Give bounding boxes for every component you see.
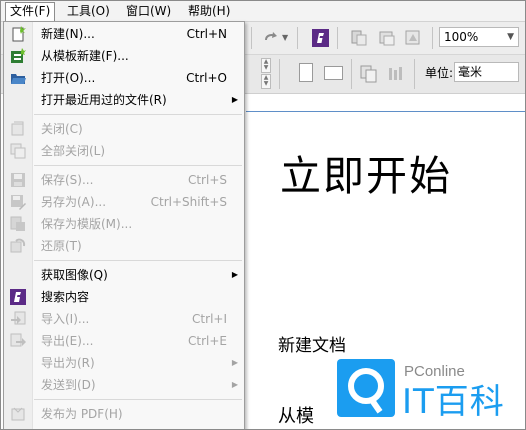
menu-item-label: 关闭(C) [41, 122, 83, 136]
menu-item-label: 发布为 PDF(H) [41, 407, 123, 421]
watermark-brand: PConline [404, 363, 465, 380]
submenu-arrow-icon: ▶ [231, 380, 238, 389]
welcome-screen-icon[interactable] [379, 30, 395, 46]
menu-item-close-all[interactable]: 全部关闭(L) [4, 140, 244, 162]
menu-item-open[interactable]: 打开(O)... Ctrl+O [4, 67, 244, 89]
menu-item-label: 搜索内容 [41, 290, 90, 304]
menu-item-close[interactable]: 关闭(C) [4, 118, 244, 140]
publish-pdf-icon [11, 407, 25, 421]
menu-item-shortcut: Ctrl+O [186, 71, 227, 85]
menu-item-search-content[interactable]: 搜索内容 [4, 286, 244, 308]
menu-item-send-to[interactable]: 发送到(D) ▶ [4, 374, 244, 396]
export-icon [10, 333, 26, 347]
pconline-logo-icon [337, 359, 395, 417]
menu-item-open-recent[interactable]: 打开最近用过的文件(R) ▶ [4, 89, 244, 111]
search-content-icon [10, 289, 26, 305]
new-from-template-link[interactable]: 从模 [278, 402, 314, 428]
revert-icon [10, 238, 26, 253]
menu-item-label: 打开最近用过的文件(R) [41, 93, 167, 107]
watermark-name: IT百科 [402, 382, 505, 422]
menu-file[interactable]: 文件(F) [5, 2, 56, 22]
file-menu: 新建(N)... Ctrl+N 从模板新建(F)... 打开(O)... Ctr… [3, 21, 245, 429]
open-folder-icon [11, 74, 26, 84]
menu-separator [34, 165, 242, 166]
zoom-level-value: 100% [444, 30, 479, 44]
new-document-link[interactable]: 新建文档 [278, 331, 346, 356]
menu-separator [34, 114, 242, 115]
menu-item-label: 打开(O)... [41, 71, 96, 85]
menu-separator [34, 399, 242, 400]
menu-item-label: 导出为(R) [41, 356, 95, 370]
save-as-template-icon [10, 216, 25, 231]
menu-item-export[interactable]: 导出(E)... Ctrl+E [4, 330, 244, 352]
menu-item-label: 发送到(D) [41, 378, 96, 392]
menu-item-export-as[interactable]: 导出为(R) ▶ [4, 352, 244, 374]
menu-item-shortcut: Ctrl+E [188, 334, 227, 348]
welcome-heading: 立即开始 [280, 152, 452, 200]
menu-tools[interactable]: 工具(O) [63, 3, 114, 19]
close-all-icon [10, 143, 26, 159]
save-icon [11, 173, 25, 187]
chevron-down-icon: ▼ [507, 32, 514, 42]
menu-item-label: 从模板新建(F)... [41, 49, 129, 63]
menu-item-save[interactable]: 保存(S)... Ctrl+S [4, 169, 244, 191]
toolbar-separator [297, 27, 298, 49]
toolbar-separator [351, 59, 352, 89]
menu-item-label: 新建(N)... [41, 27, 95, 41]
menu-item-label: 保存为模版(M)... [41, 217, 133, 231]
menu-item-acquire-image[interactable]: 获取图像(Q) ▶ [4, 264, 244, 286]
menu-help[interactable]: 帮助(H) [184, 3, 234, 19]
import-icon [11, 311, 26, 325]
landscape-orientation-icon[interactable] [324, 66, 343, 80]
portrait-orientation-icon[interactable] [299, 63, 313, 82]
submenu-arrow-icon: ▶ [231, 95, 238, 104]
width-spinner[interactable]: ▲ ▼ [261, 58, 271, 73]
menu-item-publish-pdf[interactable]: 发布为 PDF(H) [4, 403, 244, 425]
toolbar-separator [432, 27, 433, 49]
menu-item-label: 另存为(A)... [41, 195, 107, 209]
options-icon[interactable] [405, 30, 421, 46]
height-spinner[interactable]: ▲ ▼ [261, 74, 271, 89]
application-window: 文件(F) 工具(O) 窗口(W) 帮助(H) ▼ 100% ▼ ▲ ▼ ▲ ▼… [0, 0, 526, 430]
toolbar-separator [414, 59, 415, 89]
menu-window[interactable]: 窗口(W) [122, 3, 175, 19]
menu-item-shortcut: Ctrl+N [186, 27, 227, 41]
menu-item-shortcut: Ctrl+I [192, 312, 227, 326]
menu-item-label: 导入(I)... [41, 312, 90, 326]
menu-item-label: 导出(E)... [41, 334, 94, 348]
menu-item-label: 还原(T) [41, 239, 82, 253]
menu-separator [34, 260, 242, 261]
app-launcher-icon[interactable] [351, 30, 367, 46]
unit-label: 单位: [425, 66, 454, 80]
menu-item-shortcut: Ctrl+S [187, 173, 227, 187]
close-document-icon [11, 121, 24, 136]
current-page-icon[interactable] [387, 65, 405, 83]
unit-dropdown[interactable]: 毫米 [454, 62, 519, 82]
new-from-template-icon [11, 48, 26, 63]
toolbar-separator [251, 27, 252, 49]
submenu-arrow-icon: ▶ [231, 358, 238, 367]
corel-connect-icon[interactable] [312, 29, 329, 47]
all-pages-icon[interactable] [360, 65, 378, 83]
redo-icon[interactable] [263, 29, 279, 45]
menu-item-shortcut: Ctrl+Shift+S [150, 195, 227, 209]
menu-item-save-as[interactable]: 另存为(A)... Ctrl+Shift+S [4, 191, 244, 213]
menu-item-import[interactable]: 导入(I)... Ctrl+I [4, 308, 244, 330]
toolbar-separator [279, 59, 280, 89]
menu-item-label: 获取图像(Q) [41, 268, 108, 282]
menu-item-new[interactable]: 新建(N)... Ctrl+N [4, 23, 244, 45]
menu-item-label: 保存(S)... [41, 173, 94, 187]
menu-item-revert[interactable]: 还原(T) [4, 235, 244, 257]
menu-item-new-from-template[interactable]: 从模板新建(F)... [4, 45, 244, 67]
save-as-icon [11, 195, 26, 210]
new-document-icon [12, 26, 26, 42]
toolbar-separator [337, 27, 338, 49]
zoom-level-dropdown[interactable]: 100% ▼ [439, 27, 519, 47]
redo-dropdown-icon[interactable]: ▼ [282, 33, 288, 42]
menu-item-save-as-template[interactable]: 保存为模版(M)... [4, 213, 244, 235]
welcome-divider [246, 111, 525, 112]
menu-bar: 文件(F) 工具(O) 窗口(W) 帮助(H) [1, 1, 525, 22]
menu-item-label: 全部关闭(L) [41, 144, 106, 158]
submenu-arrow-icon: ▶ [231, 270, 238, 279]
